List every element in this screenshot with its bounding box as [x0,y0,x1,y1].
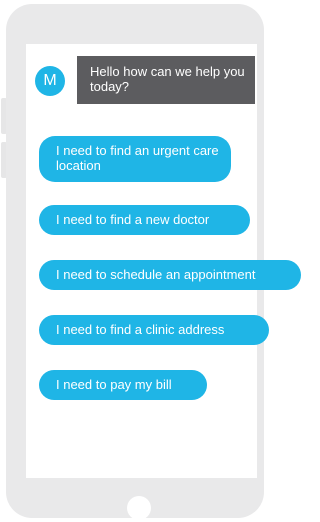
option-pay-bill[interactable]: I need to pay my bill [39,370,207,400]
option-urgent-care[interactable]: I need to find an urgent care location [39,136,231,182]
home-button[interactable] [127,496,151,520]
option-clinic-address[interactable]: I need to find a clinic address [39,315,269,345]
option-new-doctor[interactable]: I need to find a new doctor [39,205,250,235]
option-schedule-appointment[interactable]: I need to schedule an appointment [39,260,301,290]
avatar: M [35,66,65,96]
bot-message-bubble: Hello how can we help you today? [77,56,255,104]
option-label: I need to find an urgent care location [56,143,219,173]
